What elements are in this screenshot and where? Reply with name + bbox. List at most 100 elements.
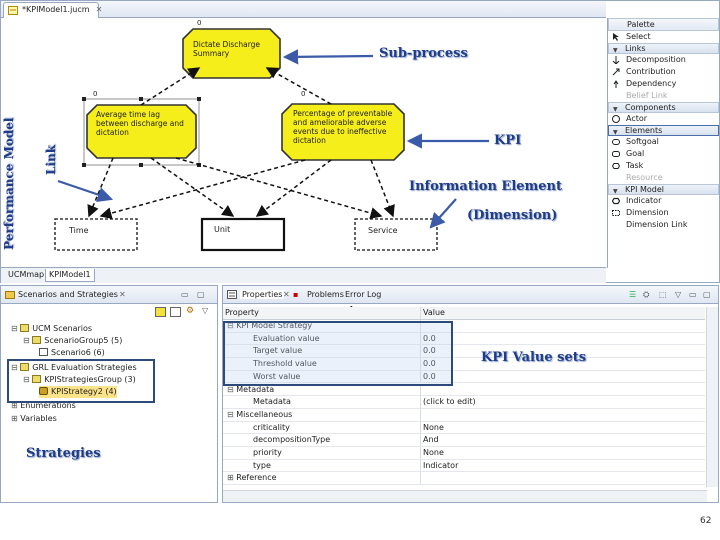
tree-item-variables[interactable]: ⊞ Variables: [11, 413, 57, 425]
goal-icon: [612, 151, 620, 157]
tree-item-ucm-scenarios-label: UCM Scenarios: [32, 324, 93, 333]
info-element-time-label: Time: [69, 226, 89, 235]
minimize-icon[interactable]: ▭: [689, 290, 697, 299]
collapse-icon: ⊟: [11, 324, 18, 333]
tree-item-variables-label: Variables: [20, 414, 57, 423]
palette-drawer-components[interactable]: ▼ Components: [608, 102, 719, 113]
show-scenarios-icon[interactable]: [170, 307, 181, 317]
palette-drawer-kpi-model[interactable]: ▼ KPI Model: [608, 184, 719, 195]
tree-item-scenario-group[interactable]: ⊟ ScenarioGroup5 (5): [23, 335, 122, 347]
palette-item-task-label: Task: [626, 161, 644, 170]
strategies-tab-label[interactable]: Scenarios and Strategies: [18, 290, 118, 299]
info-element-time[interactable]: [54, 218, 138, 251]
dependency-icon: [613, 80, 619, 88]
grid-row-category[interactable]: ⊟ Miscellaneous: [223, 408, 705, 422]
filter-icon[interactable]: ⛭: [643, 290, 649, 300]
grid-row-category[interactable]: ⊞ Reference: [223, 472, 705, 486]
palette-drawer-links[interactable]: ▼ Links: [608, 43, 719, 54]
property-value[interactable]: None: [423, 447, 444, 459]
palette-item-softgoal-label: Softgoal: [626, 137, 659, 146]
palette-item-dimension[interactable]: Dimension: [608, 207, 719, 219]
expand-icon: ⊞: [11, 414, 18, 423]
palette-item-dimension-link[interactable]: Dimension Link: [608, 219, 719, 231]
goal-left-weight: 0: [93, 90, 98, 98]
tree-item-scenario6[interactable]: Scenario6 (6): [39, 347, 105, 359]
palette-item-dimension-label: Dimension: [626, 208, 669, 217]
defaults-icon[interactable]: ⬚: [659, 290, 667, 299]
property-value[interactable]: None: [423, 422, 444, 434]
palette-item-contribution-label: Contribution: [626, 67, 676, 76]
close-icon[interactable]: ✕: [119, 290, 126, 299]
info-element-unit-label: Unit: [214, 225, 231, 234]
run-icon[interactable]: ⚙: [186, 306, 194, 316]
palette-drawer-components-label: Components: [625, 103, 676, 112]
collapse-icon: ⊟: [227, 409, 234, 419]
view-menu-icon[interactable]: ▽: [675, 290, 681, 299]
softgoal-icon: [612, 139, 620, 145]
goal-right-weight: 0: [301, 90, 306, 98]
palette-title: Palette: [608, 18, 719, 31]
properties-scrollbar[interactable]: [706, 307, 718, 487]
close-icon[interactable]: ✕: [283, 290, 290, 299]
grid-row-metadata[interactable]: Metadata (click to edit): [223, 396, 705, 409]
grid-row-priority[interactable]: priority None: [223, 447, 705, 460]
actor-icon: [612, 115, 620, 123]
grid-row-type[interactable]: type Indicator: [223, 459, 705, 473]
tab-error-log[interactable]: Error Log: [345, 290, 381, 299]
close-icon[interactable]: ✕: [96, 5, 103, 14]
file-icon: [8, 6, 18, 15]
maximize-icon[interactable]: ▢: [703, 290, 711, 299]
palette-select[interactable]: Select: [608, 31, 719, 43]
folder-icon: [32, 336, 42, 344]
info-element-unit[interactable]: [200, 217, 286, 252]
editor-tab[interactable]: *KPIModel1.jucm ✕: [3, 2, 102, 18]
palette-item-belief-link-label: Belief Link: [626, 91, 668, 100]
tab-problems[interactable]: Problems: [307, 290, 344, 299]
palette-item-resource-label: Resource: [626, 173, 663, 182]
information-element-annotation: Information Element: [409, 179, 563, 194]
property-value[interactable]: And: [423, 434, 439, 446]
palette-item-resource[interactable]: Resource: [608, 172, 719, 184]
palette-item-task[interactable]: Task: [608, 160, 719, 172]
dimension-annotation: (Dimension): [467, 208, 558, 223]
property-value[interactable]: Indicator: [423, 460, 458, 472]
palette-item-belief-link[interactable]: Belief Link: [608, 90, 719, 102]
editor-tab-label: *KPIModel1.jucm: [22, 5, 90, 14]
tree-item-ucm-scenarios[interactable]: ⊟ UCM Scenarios: [11, 323, 92, 335]
minimize-icon[interactable]: ▭: [181, 290, 189, 299]
property-name: criticality: [223, 421, 421, 434]
show-strategies-icon[interactable]: [155, 307, 166, 317]
strategies-tab-bar: Scenarios and Strategies ✕ ▭ ▢: [1, 286, 217, 304]
tab-properties[interactable]: Properties: [240, 290, 285, 299]
property-name: Reference: [236, 473, 277, 483]
page-tab-ucmmap[interactable]: UCMmap: [5, 269, 47, 282]
maximize-icon[interactable]: ▢: [197, 290, 205, 299]
editor-page-tabs: UCMmap KPIModel1: [1, 267, 606, 283]
palette-item-decomposition[interactable]: Decomposition: [608, 54, 719, 66]
palette-item-goal[interactable]: Goal: [608, 148, 719, 160]
column-header-property[interactable]: Property: [223, 307, 421, 319]
page-tab-kpimodel[interactable]: KPIModel1: [45, 269, 95, 282]
view-menu-icon[interactable]: ▽: [202, 306, 208, 315]
property-value[interactable]: (click to edit): [423, 396, 476, 408]
palette-item-indicator[interactable]: Indicator: [608, 195, 719, 207]
diagram-canvas[interactable]: Dictate Discharge Summary 0 Average time…: [1, 18, 606, 266]
categories-icon[interactable]: ☰: [629, 290, 636, 299]
palette: Palette Select ▼ Links Decomposition Cont…: [607, 18, 719, 268]
palette-item-dependency-label: Dependency: [626, 79, 677, 88]
properties-horizontal-scrollbar[interactable]: [223, 490, 707, 502]
palette-drawer-elements[interactable]: ▼ Elements: [608, 125, 719, 136]
column-header-value[interactable]: Value: [423, 307, 445, 319]
property-name: decompositionType: [223, 434, 421, 446]
dimension-icon: [612, 210, 620, 216]
palette-item-actor[interactable]: Actor: [608, 113, 719, 125]
link-annotation: Link: [44, 144, 58, 175]
task-icon: [612, 163, 620, 169]
palette-item-softgoal[interactable]: Softgoal: [608, 136, 719, 148]
palette-item-contribution[interactable]: Contribution: [608, 66, 719, 78]
grid-row-decomposition-type[interactable]: decompositionType And: [223, 434, 705, 447]
grid-row-criticality[interactable]: criticality None: [223, 421, 705, 435]
collapse-icon: ⊟: [23, 336, 30, 345]
palette-item-dependency[interactable]: Dependency: [608, 78, 719, 90]
sub-process-annotation: Sub-process: [379, 46, 468, 61]
